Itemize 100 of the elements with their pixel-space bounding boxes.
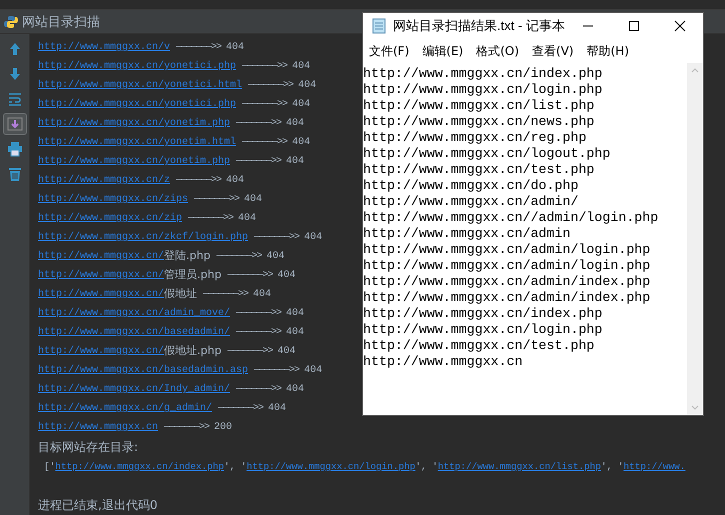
arrow-text: ———————>> xyxy=(242,98,288,112)
directory-link[interactable]: http://www.mmggxx.cn/index.php xyxy=(55,460,224,474)
text-line: http://www.mmggxx.cn xyxy=(363,354,524,370)
status-code: 404 xyxy=(286,326,304,340)
notepad-icon xyxy=(371,18,387,34)
status-code: 404 xyxy=(292,136,310,150)
arrow-text: ———————>> xyxy=(176,174,222,188)
arrow-text: ———————>> xyxy=(227,269,272,283)
text-line: http://www.mmggxx.cn/admin/ xyxy=(363,194,580,210)
directory-link[interactable]: http://www.mmggxx.cn/login.php xyxy=(246,460,416,474)
text-line: http://www.mmggxx.cn//admin/login.php xyxy=(363,210,660,226)
arrow-text: ———————>> xyxy=(236,117,282,131)
result-link[interactable]: http://www.mmggxx.cn xyxy=(38,420,158,435)
arrow-text: ———————>> xyxy=(164,421,210,435)
arrow-text: ———————>> xyxy=(227,345,272,359)
result-link[interactable]: http://www.mmggxx.cn/Indy_admin/ xyxy=(38,382,230,397)
arrow-text: ———————>> xyxy=(194,193,240,207)
result-path: 管理员.php xyxy=(164,267,222,284)
maximize-icon[interactable] xyxy=(628,20,640,32)
result-link[interactable]: http://www.mmggxx.cn/ xyxy=(38,249,164,264)
result-link[interactable]: http://www.mmggxx.cn/v xyxy=(38,40,170,55)
result-link[interactable]: http://www.mmggxx.cn/admin_move/ xyxy=(38,306,230,321)
arrow-text: ———————>> xyxy=(236,307,282,321)
text-line: http://www.mmggxx.cn/admin xyxy=(363,226,572,242)
arrow-text: ———————>> xyxy=(236,155,282,169)
arrow-text: ———————>> xyxy=(254,364,300,378)
text-line: http://www.mmggxx.cn/list.php xyxy=(363,98,596,114)
status-code: 404 xyxy=(292,98,310,112)
menu-item[interactable]: 帮助(H) xyxy=(586,42,629,60)
text-line: http://www.mmggxx.cn/news.php xyxy=(363,114,596,130)
text-line: http://www.mmggxx.cn/admin/index.php xyxy=(363,274,652,290)
directory-link[interactable]: http://www.mmggxx.cn/list.php xyxy=(438,460,602,474)
result-link[interactable]: http://www.mmggxx.cn/z xyxy=(38,173,170,188)
status-code: 404 xyxy=(286,117,304,131)
printer-icon xyxy=(6,141,22,157)
separator-text: ', ' xyxy=(415,460,438,474)
text-line: http://www.mmggxx.cn/reg.php xyxy=(363,130,588,146)
arrow-text: ———————>> xyxy=(236,383,282,397)
separator-text: ', ' xyxy=(601,460,624,474)
status-code: 404 xyxy=(244,193,262,207)
trash-icon xyxy=(6,166,22,182)
result-link[interactable]: http://www.mmggxx.cn/yonetici.php xyxy=(38,59,236,74)
text-line: http://www.mmggxx.cn/test.php xyxy=(363,338,596,354)
status-code: 404 xyxy=(226,174,244,188)
status-code: 404 xyxy=(292,60,310,74)
status-code: 404 xyxy=(268,402,286,416)
text-line: http://www.mmggxx.cn/admin/login.php xyxy=(363,242,652,258)
menu-item[interactable]: 文件(F) xyxy=(369,42,410,60)
status-code: 404 xyxy=(277,345,296,359)
arrow-text: ———————>> xyxy=(242,136,288,150)
result-link[interactable]: http://www.mmggxx.cn/ xyxy=(38,287,164,302)
status-code: 404 xyxy=(304,364,322,378)
text-line: http://www.mmggxx.cn/test.php xyxy=(363,162,596,178)
status-code: 200 xyxy=(214,421,232,435)
result-path: 登陆.php xyxy=(164,248,210,264)
arrow-text: ———————>> xyxy=(216,250,262,264)
menu-item[interactable]: 格式(O) xyxy=(476,42,520,60)
soft-wrap-icon xyxy=(6,91,22,107)
scroll-down-icon[interactable] xyxy=(691,405,699,411)
scroll-up-icon[interactable] xyxy=(691,67,699,73)
menu-item[interactable]: 查看(V) xyxy=(532,42,574,60)
arrow-text: ———————>> xyxy=(218,402,264,416)
result-link[interactable]: http://www.mmggxx.cn/zip xyxy=(38,211,182,226)
arrow-text: ———————>> xyxy=(242,60,288,74)
result-link[interactable]: http://www.mmggxx.cn/ xyxy=(38,268,164,283)
arrow-text: ———————>> xyxy=(236,326,282,340)
scrollbar[interactable] xyxy=(687,63,703,415)
text-line: http://www.mmggxx.cn/login.php xyxy=(363,82,604,98)
result-link[interactable]: http://www.mmggxx.cn/yonetim.html xyxy=(38,135,236,150)
exit-message: 进程已结束,退出代码0 xyxy=(38,497,158,514)
close-icon[interactable] xyxy=(674,20,686,32)
arrow-text: ———————>> xyxy=(176,41,222,55)
window-title: 网站目录扫描结果.txt - 记事本 xyxy=(393,17,565,36)
result-link[interactable]: http://www.mmggxx.cn/basedadmin.asp xyxy=(38,363,248,378)
result-link[interactable]: http://www.mmggxx.cn/ xyxy=(38,344,164,359)
status-code: 404 xyxy=(238,212,256,226)
status-code: 404 xyxy=(286,383,304,397)
toolbar-button[interactable] xyxy=(2,113,26,135)
scroll-to-end-icon xyxy=(6,116,22,132)
menu-item[interactable]: 编辑(E) xyxy=(422,42,464,60)
text-line: http://www.mmggxx.cn/logout.php xyxy=(363,146,612,162)
directory-link[interactable]: http://www. xyxy=(624,460,686,474)
found-label: 目标网站存在目录: xyxy=(38,439,140,456)
result-link[interactable]: http://www.mmggxx.cn/g_admin/ xyxy=(38,401,212,416)
run-tab-title[interactable]: 网站目录扫描 xyxy=(22,12,100,32)
python-icon xyxy=(4,14,18,28)
text-line: http://www.mmggxx.cn/admin/login.php xyxy=(363,258,652,274)
status-code: 404 xyxy=(304,231,322,245)
status-code: 404 xyxy=(253,288,272,302)
result-link[interactable]: http://www.mmggxx.cn/zkcf/login.php xyxy=(38,230,248,245)
result-link[interactable]: http://www.mmggxx.cn/zips xyxy=(38,192,188,207)
text-line: http://www.mmggxx.cn/login.php xyxy=(363,322,604,338)
result-link[interactable]: http://www.mmggxx.cn/yonetim.php xyxy=(38,116,230,131)
result-link[interactable]: http://www.mmggxx.cn/yonetici.php xyxy=(38,97,236,112)
result-link[interactable]: http://www.mmggxx.cn/yonetim.php xyxy=(38,154,230,169)
result-link[interactable]: http://www.mmggxx.cn/basedadmin/ xyxy=(38,325,230,340)
result-path: 假地址.php xyxy=(164,343,222,360)
text-line: http://www.mmggxx.cn/do.php xyxy=(363,178,580,194)
bracket-text: [' xyxy=(44,460,56,474)
result-link[interactable]: http://www.mmggxx.cn/yonetici.html xyxy=(38,78,242,93)
